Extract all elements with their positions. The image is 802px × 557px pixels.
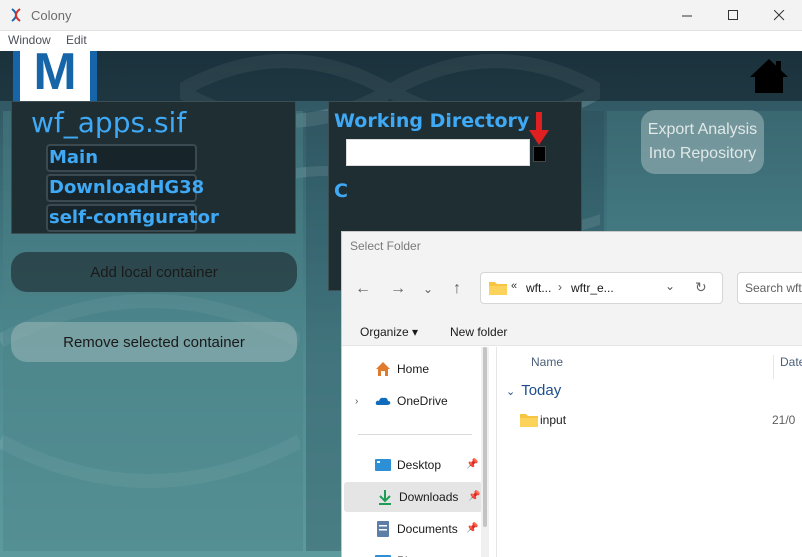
list-item[interactable]: input 21/0 (518, 411, 798, 433)
file-date: 21/0 (772, 413, 796, 427)
sidebar-divider (358, 434, 472, 435)
window-titlebar: Colony (0, 0, 802, 31)
address-overflow[interactable]: « (511, 280, 517, 292)
arrow-up-icon: ↑ (453, 280, 461, 297)
maximize-button[interactable] (710, 0, 756, 31)
refresh-icon[interactable]: ↻ (695, 279, 707, 296)
search-input[interactable]: Search wftu (737, 272, 802, 304)
home-icon (376, 362, 390, 376)
sidebar-item-label: Home (397, 362, 430, 376)
containers-panel: wf_apps.sif Main DownloadHG38 self-confi… (11, 101, 296, 234)
group-label: Today (521, 382, 562, 399)
menu-bar: Window Edit (0, 31, 802, 51)
export-analysis-button[interactable]: Export Analysis Into Repository (641, 110, 764, 174)
address-segment[interactable]: wft... (526, 281, 551, 295)
select-folder-dialog: Select Folder ← → ⌄ ↑ « wft... › wftr_e.… (341, 231, 802, 557)
section-label-partial: C (334, 180, 348, 202)
up-button[interactable]: ↑ (446, 278, 468, 300)
download-icon (379, 490, 391, 505)
window-title: Colony (31, 8, 72, 23)
cloud-icon (375, 397, 391, 405)
remove-container-button[interactable]: Remove selected container (11, 322, 297, 362)
minimize-button[interactable] (664, 0, 710, 31)
close-icon (773, 10, 784, 21)
logo-box: M (20, 51, 90, 101)
chevron-down-icon: ⌄ (506, 386, 516, 398)
recent-locations-button[interactable]: ⌄ (417, 278, 439, 300)
chevron-down-icon: ⌄ (422, 282, 434, 296)
folder-icon (520, 414, 538, 427)
column-header-name[interactable]: Name (531, 355, 563, 369)
folder-icon (489, 282, 507, 295)
browse-button[interactable] (533, 146, 546, 162)
arrow-right-icon: → (390, 280, 406, 297)
menu-window[interactable]: Window (8, 33, 51, 47)
close-button[interactable] (756, 0, 802, 31)
dialog-titlebar: Select Folder (342, 232, 802, 261)
pin-icon[interactable]: 📌 (468, 491, 480, 502)
container-title: wf_apps.sif (31, 106, 187, 139)
dialog-toolbar: Organize ▾ New folder (342, 316, 802, 346)
sidebar-item-onedrive[interactable]: › OneDrive (342, 386, 480, 416)
new-folder-button[interactable]: New folder (450, 325, 507, 339)
sidebar-item-label: Documents (397, 522, 458, 536)
file-name: input (540, 413, 567, 427)
dna-icon (11, 8, 21, 22)
document-icon (377, 521, 389, 537)
sidebar-item-home[interactable]: Home (342, 354, 480, 384)
container-item-self-configurator[interactable]: self-configurator (46, 204, 219, 232)
sidebar-item-label: OneDrive (397, 394, 448, 408)
menu-edit[interactable]: Edit (66, 33, 87, 47)
file-list-pane: Name Date ⌄ Today input 21/0 (498, 347, 802, 557)
sidebar-item-documents[interactable]: Documents 📌 (342, 514, 480, 544)
dialog-navigation: ← → ⌄ ↑ « wft... › wftr_e... ⌄ ↻ Search … (342, 261, 802, 316)
search-placeholder: Search wftu (745, 281, 802, 295)
arrow-left-icon: ← (355, 280, 371, 297)
arrow-down-icon (529, 112, 549, 145)
chevron-down-icon[interactable]: ⌄ (665, 279, 675, 293)
column-header-date[interactable]: Date (773, 355, 802, 379)
chevron-right-icon[interactable]: › (355, 396, 358, 407)
container-item-downloadhg38[interactable]: DownloadHG38 (46, 174, 204, 202)
logo-letter: M (33, 51, 77, 101)
sidebar-item-label: Desktop (397, 458, 442, 472)
scrollbar-thumb[interactable] (483, 347, 487, 527)
sidebar-item-label: Downloads (399, 490, 459, 504)
home-icon[interactable] (748, 57, 790, 95)
organize-button[interactable]: Organize ▾ (360, 325, 418, 339)
working-directory-input[interactable] (346, 139, 530, 166)
back-button[interactable]: ← (352, 278, 374, 300)
navigation-pane: Home › OneDrive Desktop 📌 Downloads 📌 Do… (342, 347, 497, 557)
sidebar-item-pictures[interactable]: Pi (342, 546, 480, 557)
forward-button[interactable]: → (387, 278, 409, 300)
working-directory-title: Working Directory (334, 110, 530, 132)
sidebar-item-downloads[interactable]: Downloads 📌 (344, 482, 482, 512)
address-segment[interactable]: wftr_e... (571, 281, 614, 295)
dialog-title: Select Folder (350, 239, 421, 253)
address-bar[interactable]: « wft... › wftr_e... ⌄ ↻ (480, 272, 723, 304)
app-logo: M (13, 51, 97, 101)
sidebar-item-desktop[interactable]: Desktop 📌 (342, 450, 480, 480)
pictures-icon (375, 555, 391, 557)
header-bar (0, 51, 802, 101)
container-item-main[interactable]: Main (46, 144, 197, 172)
add-container-button[interactable]: Add local container (11, 252, 297, 292)
minimize-icon (681, 15, 692, 17)
desktop-icon (375, 459, 391, 471)
pin-icon[interactable]: 📌 (466, 459, 478, 470)
pin-icon[interactable]: 📌 (466, 523, 478, 534)
maximize-icon (727, 10, 738, 20)
address-separator: › (558, 280, 562, 294)
group-header[interactable]: ⌄ Today (506, 382, 561, 399)
